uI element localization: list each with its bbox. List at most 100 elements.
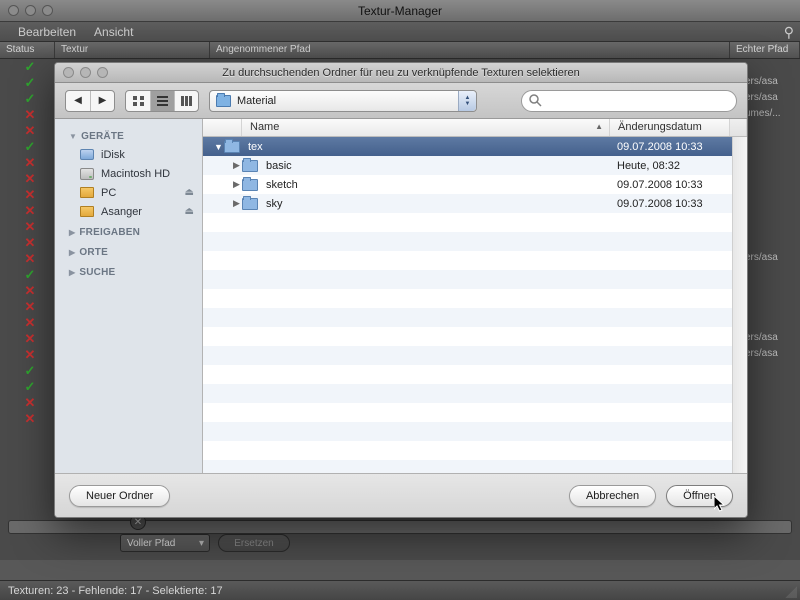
new-folder-button[interactable]: Neuer Ordner — [69, 485, 170, 507]
bg-menubar: Bearbeiten Ansicht ⚲ — [0, 22, 800, 42]
disclosure-right-icon[interactable]: ▶ — [231, 179, 242, 190]
col-texture[interactable]: Textur — [55, 42, 210, 58]
status-missing-icon: ✕ — [0, 155, 60, 171]
real-path-cell — [745, 171, 800, 187]
status-missing-icon: ✕ — [0, 347, 60, 363]
status-missing-icon: ✕ — [0, 251, 60, 267]
open-folder-sheet: Zu durchsuchenden Ordner für neu zu verk… — [54, 62, 748, 518]
eject-icon[interactable]: ⏏ — [185, 206, 194, 217]
disclosure-right-icon[interactable]: ▶ — [231, 160, 242, 171]
nav-forward-button[interactable]: ▶ — [90, 91, 114, 111]
sheet-title: Zu durchsuchenden Ordner für neu zu verk… — [55, 67, 747, 79]
sheet-footer: Neuer Ordner Abbrechen Öffnen — [55, 473, 747, 517]
col-scroll-spacer — [730, 119, 747, 136]
status-ok-icon: ✓ — [0, 267, 60, 283]
sidebar-item-label: PC — [101, 187, 116, 199]
file-row[interactable]: ▼tex09.07.2008 10:33 — [203, 137, 747, 156]
sort-asc-icon: ▲ — [595, 122, 603, 131]
eject-icon[interactable]: ⏏ — [185, 187, 194, 198]
col-name[interactable]: Name ▲ — [242, 119, 610, 136]
real-path-cell — [745, 187, 800, 203]
real-path-cell — [745, 363, 800, 379]
col-date[interactable]: Änderungsdatum — [610, 119, 730, 136]
real-path-cell — [745, 395, 800, 411]
col-assumed[interactable]: Angenommener Pfad — [210, 42, 730, 58]
sidebar-item-label: Asanger — [101, 206, 142, 218]
sidebar-heading-search[interactable]: ▶ SUCHE — [55, 261, 202, 281]
file-name: sketch — [264, 179, 617, 191]
sidebar-devices-list: iDisk Macintosh HD PC ⏏ Asanger ⏏ — [55, 145, 202, 221]
sidebar-heading-devices[interactable]: ▼ GERÄTE — [55, 125, 202, 145]
hdd-icon — [79, 167, 95, 181]
status-missing-icon: ✕ — [0, 315, 60, 331]
file-area: Name ▲ Änderungsdatum ▼tex09.07.2008 10:… — [203, 119, 747, 473]
folder-icon — [242, 179, 258, 191]
cancel-button[interactable]: Abbrechen — [569, 485, 656, 507]
menu-view[interactable]: Ansicht — [94, 25, 133, 39]
nav-back-button[interactable]: ◀ — [66, 91, 90, 111]
view-icons-button[interactable] — [126, 91, 150, 111]
file-row[interactable]: ▶sketch09.07.2008 10:33 — [203, 175, 747, 194]
bg-window-title: Textur-Manager — [0, 4, 800, 18]
col-status[interactable]: Status — [0, 42, 55, 58]
status-missing-icon: ✕ — [0, 299, 60, 315]
status-missing-icon: ✕ — [0, 331, 60, 347]
status-missing-icon: ✕ — [0, 219, 60, 235]
real-path-cell: ers/asa — [745, 331, 800, 347]
status-missing-icon: ✕ — [0, 283, 60, 299]
menu-edit[interactable]: Bearbeiten — [18, 25, 76, 39]
file-rows[interactable]: ▼tex09.07.2008 10:33 ▶basicHeute, 08:32▶… — [203, 137, 747, 473]
resize-grip-icon[interactable] — [785, 586, 797, 598]
view-mode-segment — [125, 90, 199, 112]
sidebar-item-macintosh-hd[interactable]: Macintosh HD — [55, 164, 202, 183]
real-path-cell — [745, 267, 800, 283]
real-path-cell — [745, 219, 800, 235]
sidebar: ▼ GERÄTE iDisk Macintosh HD PC ⏏ Asanger ⏏ ▶ … — [55, 119, 203, 473]
disclosure-down-icon[interactable]: ▼ — [213, 142, 224, 152]
path-dropdown[interactable]: Material ▲▼ — [209, 90, 477, 112]
search-input[interactable] — [521, 90, 737, 112]
status-missing-icon: ✕ — [0, 123, 60, 139]
bg-horizontal-scrollbar[interactable] — [8, 520, 792, 534]
col-tree-spacer — [203, 119, 242, 136]
status-missing-icon: ✕ — [0, 395, 60, 411]
replace-button[interactable]: Ersetzen — [218, 534, 290, 552]
file-row[interactable]: ▶sky09.07.2008 10:33 — [203, 194, 747, 213]
status-ok-icon: ✓ — [0, 379, 60, 395]
disclosure-right-icon: ▶ — [69, 268, 75, 277]
path-mode-select[interactable]: Voller Pfad — [120, 534, 210, 552]
real-path-cell — [745, 411, 800, 427]
sidebar-heading-places[interactable]: ▶ ORTE — [55, 241, 202, 261]
real-path-cell — [745, 315, 800, 331]
real-path-cell — [745, 283, 800, 299]
view-columns-button[interactable] — [174, 91, 198, 111]
folder-icon — [242, 198, 258, 210]
search-icon[interactable]: ⚲ — [784, 24, 794, 41]
real-path-cell: ers/asa — [745, 251, 800, 267]
sidebar-heading-shares[interactable]: ▶ FREIGABEN — [55, 221, 202, 241]
status-ok-icon: ✓ — [0, 59, 60, 75]
external-drive-icon — [79, 186, 95, 200]
real-path-cell — [745, 59, 800, 75]
list-icon — [156, 95, 169, 107]
real-path-cell — [745, 235, 800, 251]
sidebar-item-idisk[interactable]: iDisk — [55, 145, 202, 164]
sidebar-item-pc[interactable]: PC ⏏ — [55, 183, 202, 202]
real-path-cell — [745, 155, 800, 171]
col-real[interactable]: Echter Pfad — [730, 42, 800, 58]
vertical-scrollbar[interactable] — [732, 137, 747, 473]
path-mode-label: Voller Pfad — [127, 538, 175, 549]
sidebar-item-asanger[interactable]: Asanger ⏏ — [55, 202, 202, 221]
file-date: 09.07.2008 10:33 — [617, 141, 732, 153]
view-list-button[interactable] — [150, 91, 174, 111]
status-missing-icon: ✕ — [0, 203, 60, 219]
folder-icon — [216, 95, 231, 107]
file-row[interactable]: ▶basicHeute, 08:32 — [203, 156, 747, 175]
sheet-main: ▼ GERÄTE iDisk Macintosh HD PC ⏏ Asanger ⏏ ▶ … — [55, 119, 747, 473]
real-path-cell — [745, 379, 800, 395]
sidebar-item-label: iDisk — [101, 149, 125, 161]
open-button[interactable]: Öffnen — [666, 485, 733, 507]
nav-segment: ◀ ▶ — [65, 90, 115, 112]
disclosure-right-icon[interactable]: ▶ — [231, 198, 242, 209]
bg-footer-controls: Voller Pfad Ersetzen — [120, 534, 290, 552]
